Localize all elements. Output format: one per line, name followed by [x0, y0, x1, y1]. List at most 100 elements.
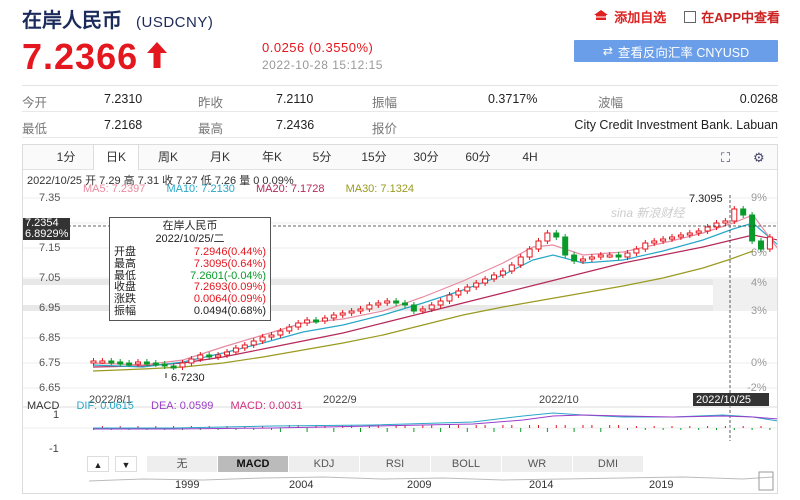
arrow-up-icon	[146, 41, 168, 74]
macd-bar	[591, 425, 593, 428]
x-label: 2022/9	[323, 394, 357, 406]
dea-label: DEA: 0.0599	[151, 400, 214, 412]
candle	[758, 240, 764, 250]
reverse-rate-label: 查看反向汇率 CNYUSD	[617, 45, 750, 60]
candle	[295, 322, 302, 328]
candle	[580, 258, 586, 262]
dif-label: DIF: 0.0615	[76, 400, 134, 412]
stat-value: 7.2436	[276, 118, 315, 132]
tooltip-value: 0.0494(0.68%)	[193, 304, 266, 317]
min-label: 6.7230	[171, 372, 205, 384]
pct-tick: 4%	[751, 277, 767, 289]
indicator-tab-wr[interactable]: WR	[502, 456, 573, 472]
tooltip-title: 在岸人民币	[162, 220, 218, 232]
macd-tick: -1	[49, 443, 59, 455]
macd-bar	[769, 428, 771, 430]
candle	[126, 362, 133, 366]
indicator-tab-boll[interactable]: BOLL	[431, 456, 502, 472]
checkbox-icon[interactable]	[684, 10, 697, 23]
candle	[597, 254, 604, 258]
macd-bar	[671, 426, 673, 428]
candle	[277, 330, 284, 336]
macd-bar	[484, 425, 486, 428]
stat-label: 振幅	[372, 96, 398, 110]
stat-value: 7.2110	[276, 92, 314, 106]
candle	[135, 361, 141, 365]
macd-bar	[279, 428, 281, 432]
year-label: 2014	[529, 479, 553, 491]
change-box: 0.0256 (0.3550%) 2022-10-28 15:12:15	[262, 40, 383, 72]
candle	[526, 248, 533, 258]
stat-label: 今开	[22, 96, 48, 110]
candle	[499, 270, 506, 276]
candle	[232, 347, 239, 353]
candle	[722, 220, 729, 224]
candle	[357, 308, 364, 312]
candle	[410, 304, 417, 312]
candle	[215, 354, 222, 358]
indicator-tab-kdj[interactable]: KDJ	[289, 456, 360, 472]
y-tick: 6.85	[39, 332, 60, 344]
x-label: 2022/10	[539, 394, 579, 406]
candle	[206, 354, 213, 358]
candle	[553, 232, 560, 238]
year-label: 2019	[649, 479, 673, 491]
macd-bar	[502, 425, 504, 428]
candle	[633, 248, 640, 254]
stat-value: 0.3717%	[488, 92, 538, 106]
candle	[473, 282, 480, 288]
add-favorite-button[interactable]: 添加自选	[593, 7, 666, 26]
year-label: 2009	[407, 479, 431, 491]
tooltip-value: 7.3095(0.64%)	[193, 257, 266, 270]
dea-line	[93, 414, 777, 430]
macd-bar	[449, 425, 450, 428]
page-title-block: 在岸人民币 (USDCNY)	[22, 4, 213, 33]
macd-bar	[609, 425, 611, 428]
candle	[766, 236, 773, 250]
macd-bar	[707, 426, 709, 428]
candle	[250, 340, 257, 346]
macd-value-label: MACD: 0.0031	[230, 400, 303, 412]
candle	[535, 240, 542, 250]
indicator-next-button[interactable]: ▼	[115, 456, 137, 472]
candle	[508, 264, 515, 272]
indicator-tab-none[interactable]: 无	[147, 456, 218, 472]
candle	[197, 354, 204, 360]
year-label: 1999	[175, 479, 199, 491]
macd-bar	[662, 428, 664, 430]
candle	[677, 234, 684, 238]
tooltip-row: 振幅 0.0494(0.68%)	[114, 304, 266, 318]
stats-row: 最低 7.2168 最高 7.2436 报价 City Credit Inves…	[22, 112, 778, 138]
candle	[695, 230, 702, 234]
pct-tick: 3%	[751, 305, 767, 317]
candle	[588, 256, 595, 260]
macd-bar	[627, 428, 628, 430]
macd-bar	[733, 428, 735, 430]
candle	[740, 208, 747, 216]
indicator-tab-dmi[interactable]: DMI	[573, 456, 644, 472]
reverse-rate-button[interactable]: ⇄ 查看反向汇率 CNYUSD	[574, 40, 778, 62]
candle	[437, 300, 444, 306]
candle	[704, 226, 711, 232]
navigator-handle[interactable]	[758, 471, 774, 491]
current-price-marker: 7.2354 6.8929%	[23, 218, 71, 240]
indicator-tab-macd[interactable]: MACD	[218, 456, 289, 472]
candle	[117, 361, 124, 365]
view-in-app-label: 在APP中查看	[701, 10, 780, 25]
candle	[517, 256, 524, 266]
indicator-prev-button[interactable]: ▲	[87, 456, 109, 472]
stat-value: 0.0268	[739, 92, 778, 106]
y-tick: 6.95	[39, 302, 60, 314]
current-price: 7.2366	[22, 36, 139, 77]
candle	[624, 252, 631, 258]
candle	[491, 274, 497, 280]
view-in-app-button[interactable]: 在APP中查看	[684, 7, 780, 26]
stat-value: City Credit Investment Bank. Labuan	[574, 118, 778, 132]
candle	[161, 363, 168, 367]
candle	[393, 300, 400, 304]
macd-bar	[600, 428, 602, 432]
watermark: sina 新浪财经	[611, 206, 686, 220]
stats-row: 今开 7.2310 昨收 7.2110 振幅 0.3717% 波幅 0.0268	[22, 86, 778, 112]
indicator-tab-rsi[interactable]: RSI	[360, 456, 431, 472]
macd-bar	[635, 426, 637, 428]
